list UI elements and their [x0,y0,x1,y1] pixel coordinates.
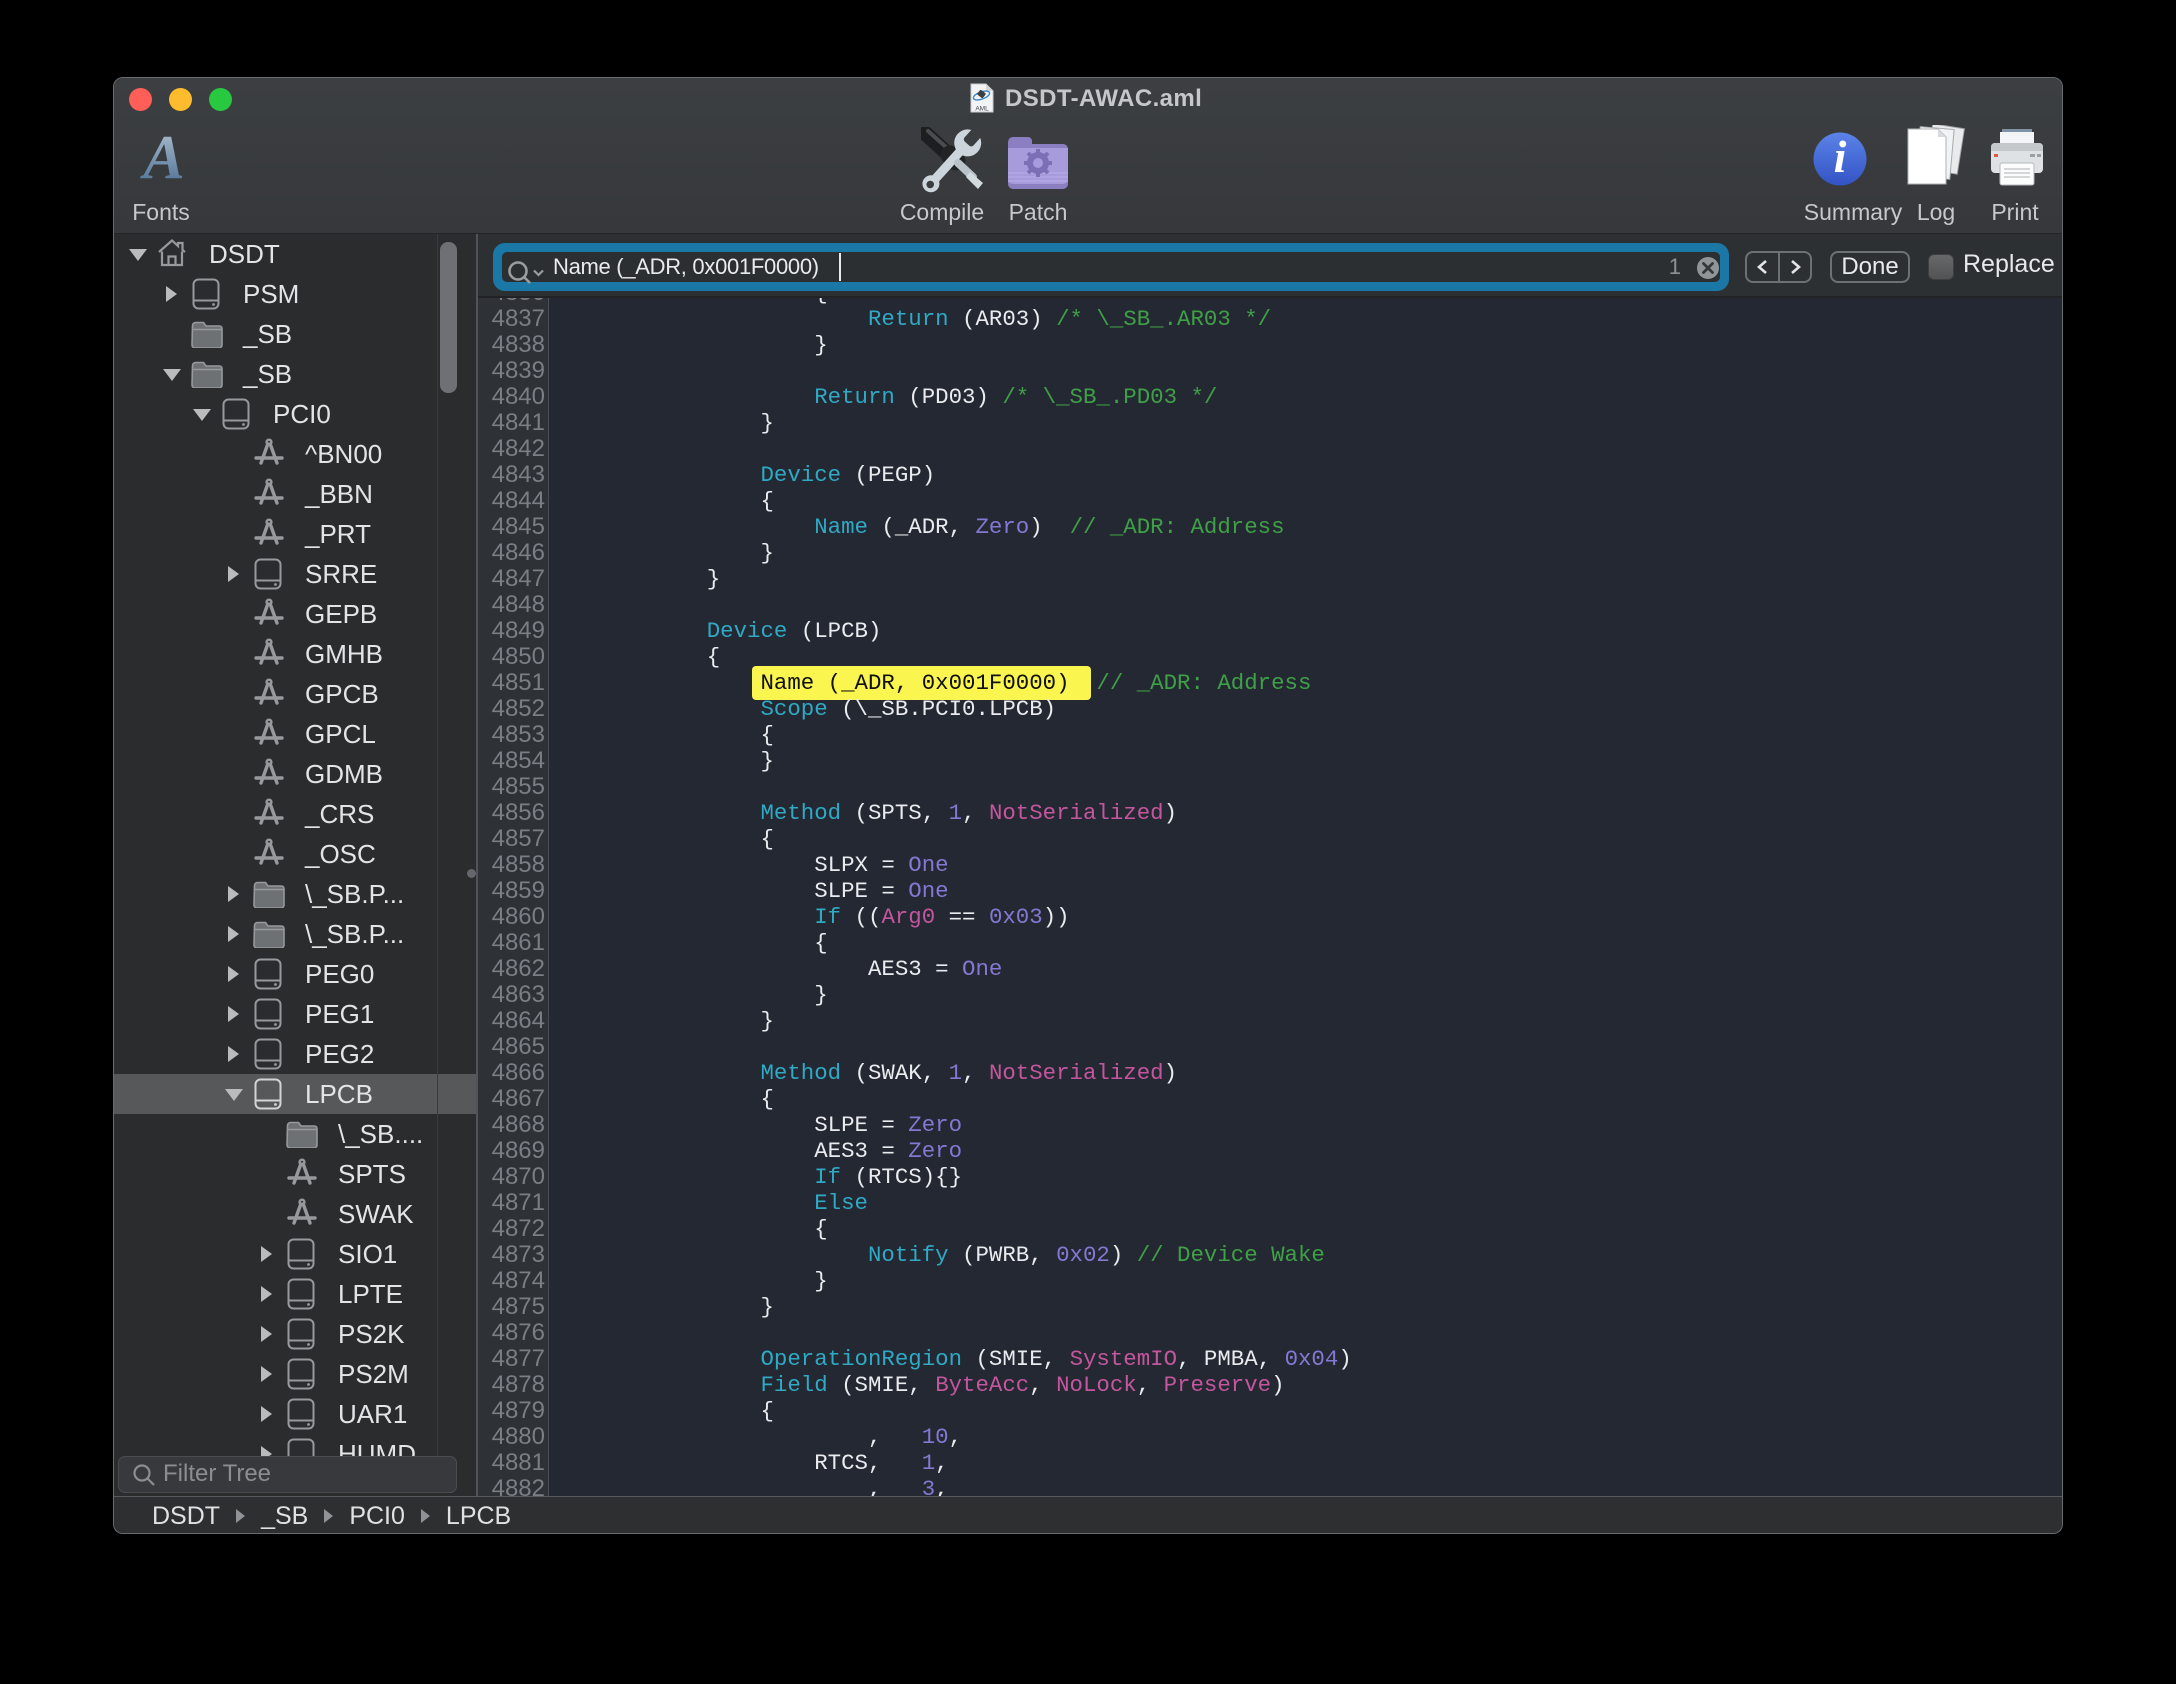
svg-text:i: i [1834,132,1847,182]
svg-text:AML: AML [975,106,989,113]
